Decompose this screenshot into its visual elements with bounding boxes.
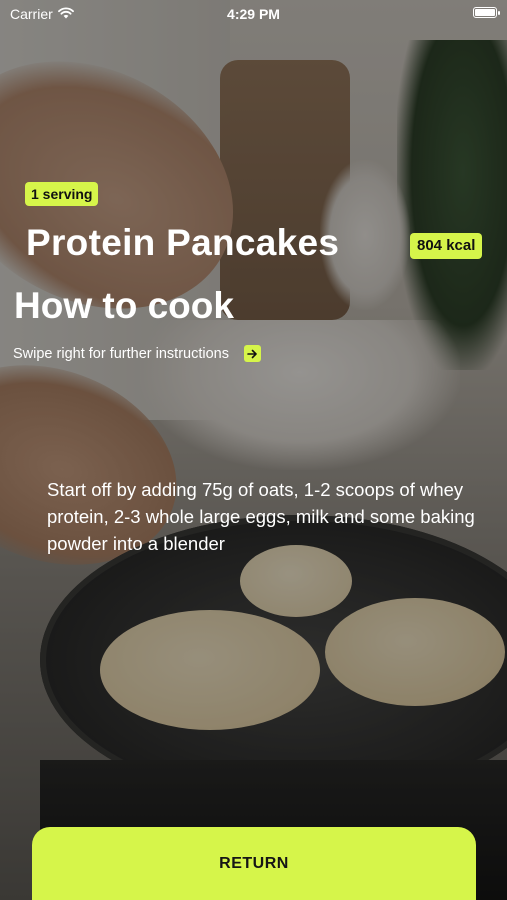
instruction-step-text: Start off by adding 75g of oats, 1-2 sco… <box>47 479 475 554</box>
instructions-heading: How to cook <box>14 285 234 326</box>
recipe-title: Protein Pancakes <box>26 222 340 263</box>
status-bar: Carrier 4:29 PM <box>0 0 507 28</box>
background-photo <box>0 0 507 900</box>
battery-icon <box>473 7 500 18</box>
kcal-badge: 804 kcal <box>410 233 483 259</box>
clock: 4:29 PM <box>227 6 280 22</box>
return-button[interactable]: RETURN <box>32 827 476 900</box>
swipe-hint-text: Swipe right for further instructions <box>13 345 229 362</box>
serving-badge: 1 serving <box>25 182 99 206</box>
arrow-right-icon[interactable] <box>243 345 261 362</box>
swipe-hint: Swipe right for further instructions <box>13 345 261 362</box>
